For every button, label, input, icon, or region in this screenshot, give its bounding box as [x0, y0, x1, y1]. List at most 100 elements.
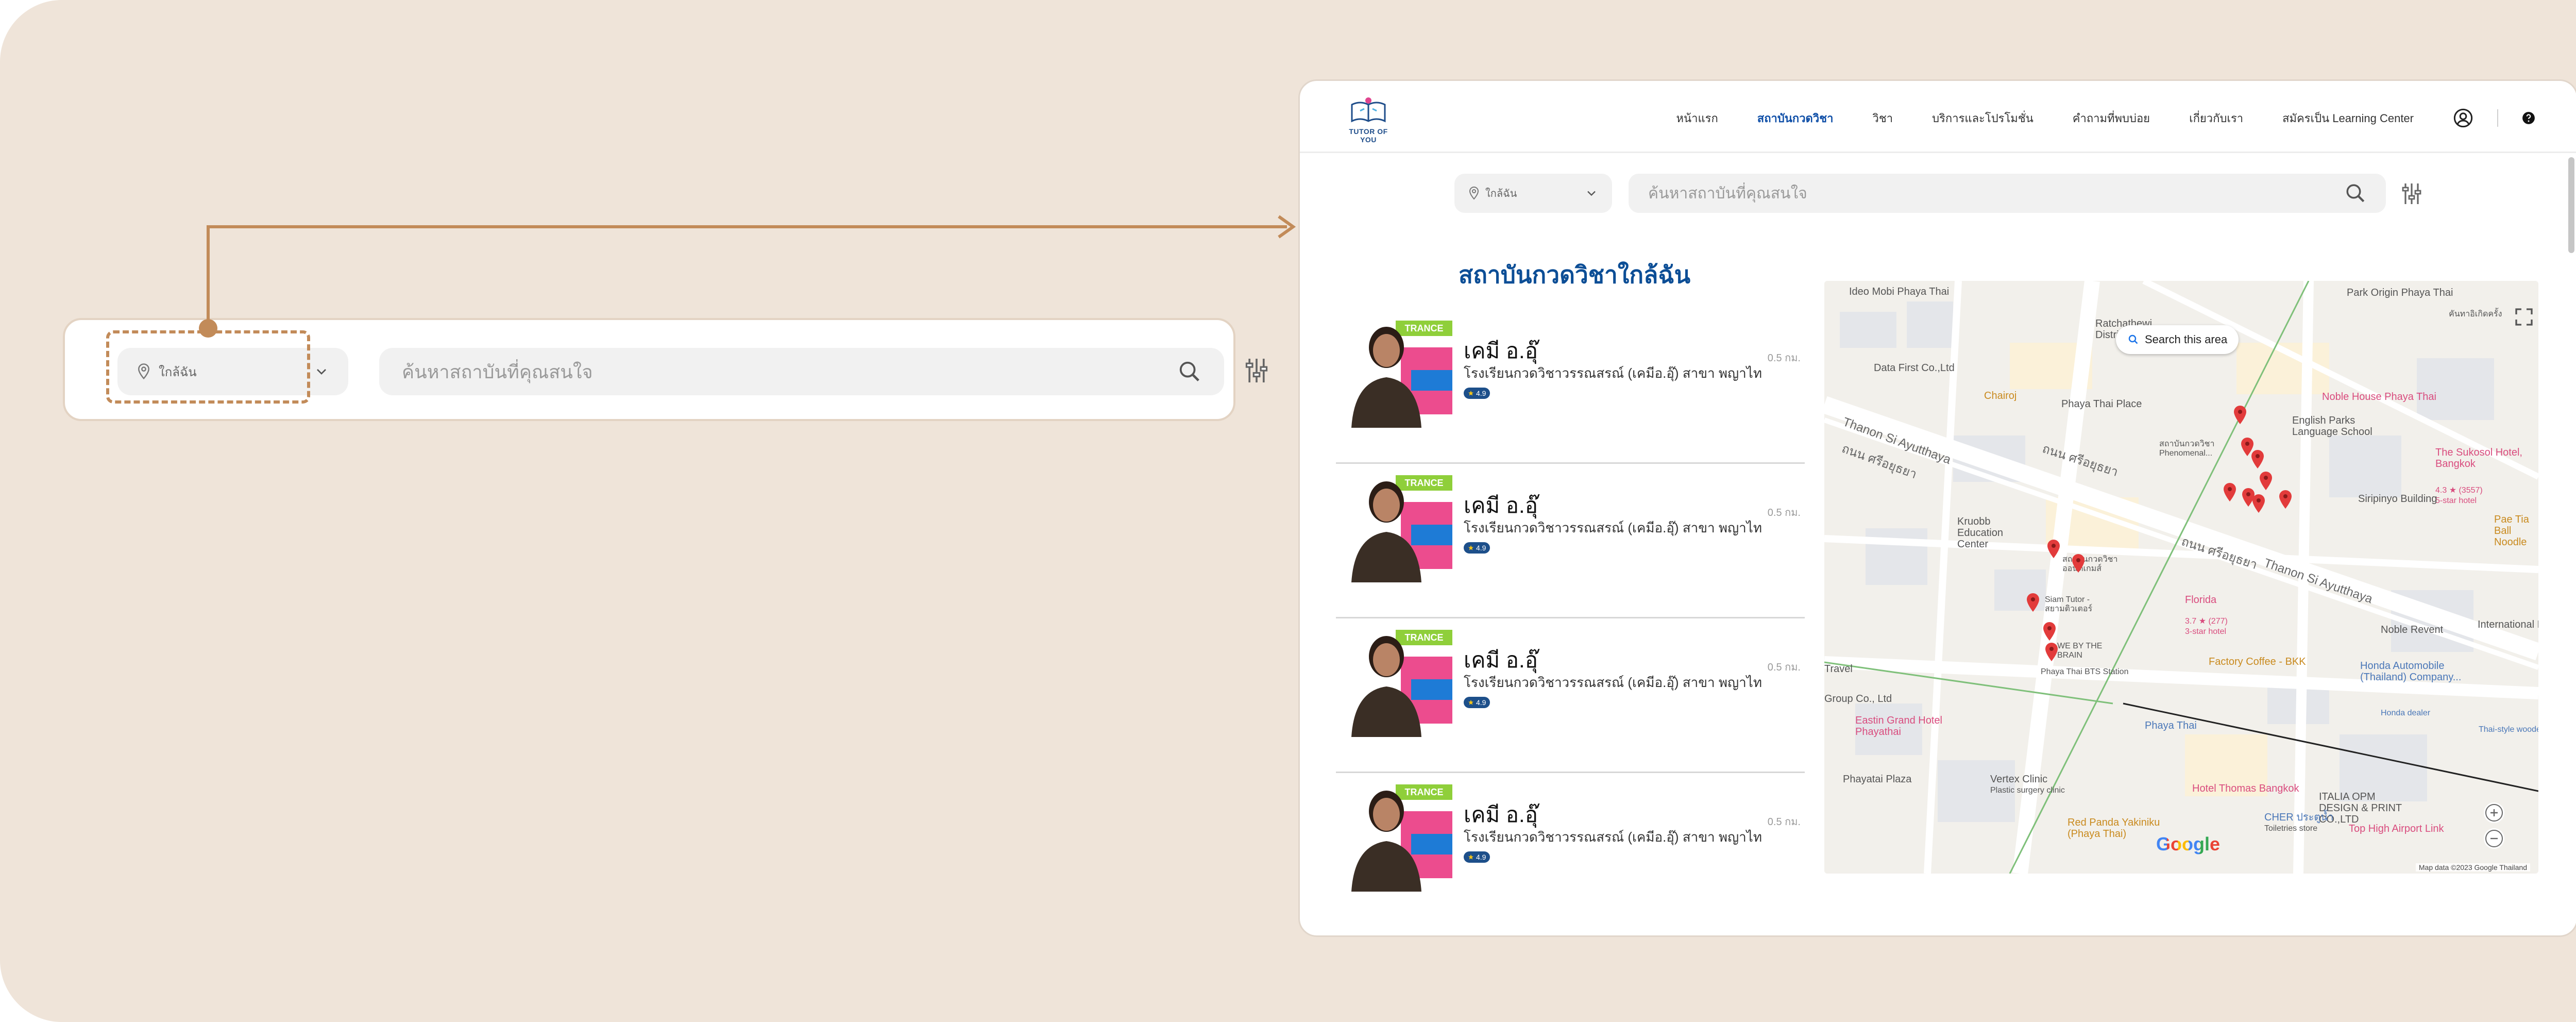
- map-label: Kruobb Education Center: [1957, 516, 2003, 550]
- map-label: Chairoj: [1984, 390, 2017, 401]
- search-input[interactable]: ค้นหาสถาบันที่คุณสนใจ: [379, 348, 1224, 395]
- search-input[interactable]: ค้นหาสถาบันที่คุณสนใจ: [1629, 174, 2386, 213]
- map-label: Pae Tia Ball Noodle: [2494, 514, 2529, 548]
- map-label: Thai-style wooden: [2479, 725, 2538, 734]
- map-label: Park Origin Phaya Thai: [2347, 287, 2453, 298]
- school-name: โรงเรียนกวดวิชาวรรณสรณ์ (เคมีอ.อุ๊) สาขา…: [1464, 675, 1762, 690]
- nav-home[interactable]: หน้าแรก: [1676, 109, 1718, 127]
- nav-divider: [2497, 109, 2498, 127]
- map-marker-icon[interactable]: [2042, 621, 2057, 642]
- map-label: Plastic surgery clinic: [1990, 786, 2065, 795]
- map-label: 3.7 ★ (277): [2185, 617, 2228, 626]
- map-label: ITALIA OPM DESIGN & PRINT CO.,LTD: [2319, 791, 2402, 825]
- map-marker-icon[interactable]: [2025, 592, 2041, 613]
- map-label: Honda Automobile (Thailand) Company...: [2360, 660, 2462, 683]
- map-label: Siam Tutor - สยามติวเตอร์: [2045, 595, 2093, 613]
- plus-icon: [2485, 804, 2503, 822]
- search-icon: [2128, 334, 2138, 344]
- school-name: โรงเรียนกวดวิชาวรรณสรณ์ (เคมีอ.อุ๊) สาขา…: [1464, 829, 1762, 845]
- section-title: สถาบันกวดวิชาใกล้ฉัน: [1459, 261, 1691, 288]
- map-label: Honda dealer: [2381, 709, 2431, 717]
- map-label: Ideo Mobi Phaya Thai: [1849, 286, 1950, 297]
- map-view[interactable]: Ideo Mobi Phaya Thai Ratchathewi Distric…: [1824, 281, 2538, 874]
- nav-subjects[interactable]: วิชา: [1872, 109, 1893, 127]
- help-icon[interactable]: [2522, 111, 2535, 125]
- nav-register-learning-center[interactable]: สมัครเป็น Learning Center: [2282, 109, 2414, 127]
- map-marker-icon[interactable]: [2071, 553, 2086, 574]
- map-label: Florida: [2185, 594, 2217, 606]
- map-label: International Li...: [2478, 619, 2538, 630]
- location-dropdown-label: ใกล้ฉัน: [1485, 188, 1517, 199]
- star-icon: [1468, 700, 1473, 705]
- map-label: English Parks Language School: [2292, 415, 2372, 438]
- chevron-down-icon: [317, 369, 326, 375]
- site-logo[interactable]: TUTOR OF YOU: [1340, 95, 1397, 144]
- map-marker-icon[interactable]: [2258, 471, 2274, 491]
- rating-badge: 4.9: [1464, 851, 1490, 863]
- map-label: Phaya Thai BTS Station: [2041, 667, 2129, 676]
- map-marker-icon[interactable]: [2222, 482, 2238, 502]
- search-this-area-button[interactable]: Search this area: [2116, 325, 2239, 354]
- rating-value: 4.9: [1476, 544, 1486, 552]
- map-marker-icon[interactable]: [2251, 493, 2266, 514]
- presentation-canvas: ใกล้ฉัน ค้นหาสถาบันที่คุณสนใจ TUTOR OF Y…: [0, 0, 2576, 1022]
- nav-services-promotions[interactable]: บริการและโปรโมชั่น: [1932, 109, 2033, 127]
- map-label: CHER ประตูน้ำ: [2264, 812, 2334, 823]
- map-label: Vertex Clinic: [1990, 774, 2048, 785]
- google-logo: Google: [2156, 833, 2220, 855]
- logo-text: TUTOR OF YOU: [1349, 127, 1388, 144]
- school-name: โรงเรียนกวดวิชาวรรณสรณ์ (เคมีอ.อุ๊) สาขา…: [1464, 520, 1762, 535]
- tutor-photo: TRANCE: [1342, 316, 1452, 428]
- user-account-icon[interactable]: [2453, 108, 2473, 128]
- search-this-area-label: Search this area: [2145, 333, 2228, 346]
- page-scrollbar[interactable]: [2568, 157, 2574, 253]
- result-card[interactable]: TRANCE เคมี อ.อุ๊ โรงเรียนกวดวิชาวรรณสรณ…: [1336, 618, 1805, 773]
- map-marker-icon[interactable]: [2046, 539, 2061, 559]
- map-label: 4.3 ★ (3557): [2435, 486, 2483, 495]
- rating-badge: 4.9: [1464, 542, 1490, 554]
- google-logo-text: Google: [2156, 833, 2220, 855]
- tutor-photo: TRANCE: [1342, 471, 1452, 582]
- zoom-out-button[interactable]: [2484, 828, 2504, 849]
- map-label: Hotel Thomas Bangkok: [2192, 783, 2299, 794]
- search-icon[interactable]: [1178, 360, 1201, 383]
- map-label: สถาบันกวดวิชา Phenomenal...: [2159, 440, 2215, 458]
- map-label: Factory Coffee - BKK: [2209, 656, 2306, 667]
- filter-icon[interactable]: [1245, 356, 1268, 385]
- result-card[interactable]: TRANCE เคมี อ.อุ๊ โรงเรียนกวดวิชาวรรณสรณ…: [1336, 773, 1805, 928]
- search-icon[interactable]: [2345, 182, 2366, 204]
- result-card[interactable]: TRANCE เคมี อ.อุ๊ โรงเรียนกวดวิชาวรรณสรณ…: [1336, 464, 1805, 618]
- top-navigation-bar: TUTOR OF YOU หน้าแรก สถาบันกวดวิชา วิชา …: [1300, 81, 2576, 153]
- map-marker-icon[interactable]: [2250, 449, 2265, 470]
- filter-icon[interactable]: [2401, 181, 2422, 207]
- nav-about[interactable]: เกี่ยวกับเรา: [2189, 109, 2243, 127]
- map-marker-icon[interactable]: [2232, 405, 2248, 425]
- book-logo-icon: [1351, 97, 1386, 123]
- map-label: Red Panda Yakiniku (Phaya Thai): [2067, 817, 2160, 840]
- map-label: Eastin Grand Hotel Phayathai: [1855, 715, 1942, 738]
- nav-institutes[interactable]: สถาบันกวดวิชา: [1757, 109, 1834, 127]
- map-label: The Sukosol Hotel, Bangkok: [2435, 447, 2522, 470]
- school-name: โรงเรียนกวดวิชาวรรณสรณ์ (เคมีอ.อุ๊) สาขา…: [1464, 365, 1762, 381]
- map-label: Noble Revent: [2381, 624, 2444, 635]
- map-attribution: Map data ©2023 Google Thailand: [2415, 863, 2530, 872]
- rating-badge: 4.9: [1464, 388, 1490, 399]
- map-label: Top High Airport Link: [2349, 823, 2444, 834]
- chevron-down-icon: [1587, 191, 1596, 196]
- result-card[interactable]: TRANCE เคมี อ.อุ๊ โรงเรียนกวดวิชาวรรณสรณ…: [1336, 309, 1805, 464]
- main-nav: หน้าแรก สถาบันกวดวิชา วิชา บริการและโปรโ…: [1676, 106, 2535, 130]
- fullscreen-icon[interactable]: [2514, 307, 2534, 327]
- nav-faq[interactable]: คำถามที่พบบ่อย: [2073, 109, 2150, 127]
- minus-icon: [2485, 830, 2503, 847]
- search-placeholder: ค้นหาสถาบันที่คุณสนใจ: [402, 361, 593, 382]
- map-label: WE BY THE BRAIN: [2057, 642, 2103, 660]
- map-marker-icon[interactable]: [2278, 489, 2293, 510]
- rating-value: 4.9: [1476, 389, 1486, 397]
- map-marker-icon[interactable]: [2044, 642, 2059, 662]
- zoom-in-button[interactable]: [2484, 802, 2504, 823]
- star-icon: [1468, 855, 1473, 860]
- map-label: Toiletries store: [2264, 824, 2318, 833]
- location-dropdown[interactable]: ใกล้ฉัน: [1454, 174, 1612, 213]
- location-pin-icon: [1468, 186, 1480, 200]
- map-label: 5-star hotel: [2435, 496, 2477, 505]
